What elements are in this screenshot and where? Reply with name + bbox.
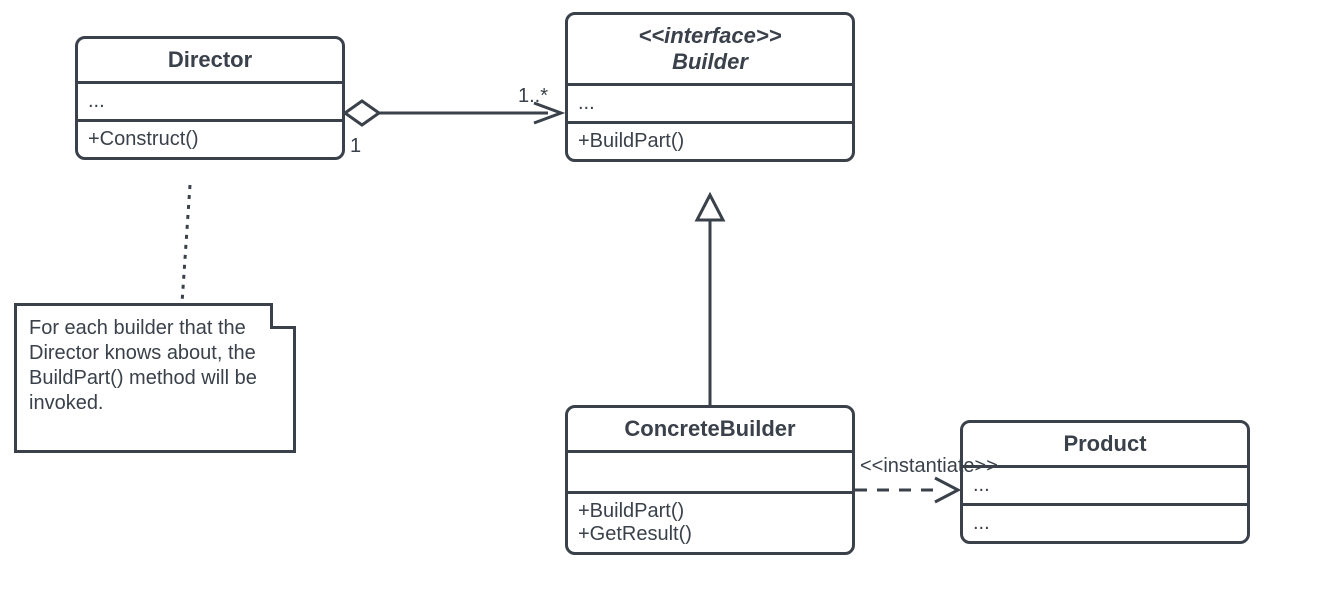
class-product: Product ... ... <box>960 420 1250 544</box>
multiplicity-one-many: 1..* <box>518 85 548 108</box>
class-concrete-builder: ConcreteBuilder +BuildPart() +GetResult(… <box>565 405 855 555</box>
uml-diagram: Director ... +Construct() <<interface>> … <box>0 0 1342 606</box>
note: For each builder that the Director knows… <box>14 303 296 453</box>
note-text: For each builder that the Director knows… <box>29 317 257 414</box>
class-director-name: Director <box>84 47 336 73</box>
class-product-name: Product <box>969 431 1241 457</box>
class-builder-name: Builder <box>574 49 846 75</box>
dependency-arrow-icon <box>935 478 958 502</box>
class-product-attrs: ... <box>963 468 1247 506</box>
note-anchor-line <box>182 185 190 303</box>
concrete-op2: +GetResult() <box>578 523 842 546</box>
class-builder-title: <<interface>> Builder <box>568 15 852 86</box>
class-builder-attrs: ... <box>568 86 852 124</box>
note-fold-icon <box>270 303 296 329</box>
instantiate-label: <<instantiate>> <box>860 455 998 478</box>
class-concrete-ops: +BuildPart() +GetResult() <box>568 494 852 552</box>
realization-arrow-icon <box>697 195 723 220</box>
class-director-attrs: ... <box>78 84 342 122</box>
class-director: Director ... +Construct() <box>75 36 345 160</box>
builder-stereotype: <<interface>> <box>574 23 846 49</box>
class-concrete-title: ConcreteBuilder <box>568 408 852 453</box>
class-builder-ops: +BuildPart() <box>568 124 852 159</box>
class-director-ops: +Construct() <box>78 122 342 157</box>
concrete-op1: +BuildPart() <box>578 500 842 523</box>
class-concrete-attrs <box>568 453 852 494</box>
multiplicity-one: 1 <box>350 135 361 158</box>
aggregation-diamond-icon <box>345 101 379 125</box>
class-product-title: Product <box>963 423 1247 468</box>
class-builder: <<interface>> Builder ... +BuildPart() <box>565 12 855 162</box>
class-concrete-name: ConcreteBuilder <box>574 416 846 442</box>
class-director-title: Director <box>78 39 342 84</box>
class-product-ops: ... <box>963 506 1247 541</box>
